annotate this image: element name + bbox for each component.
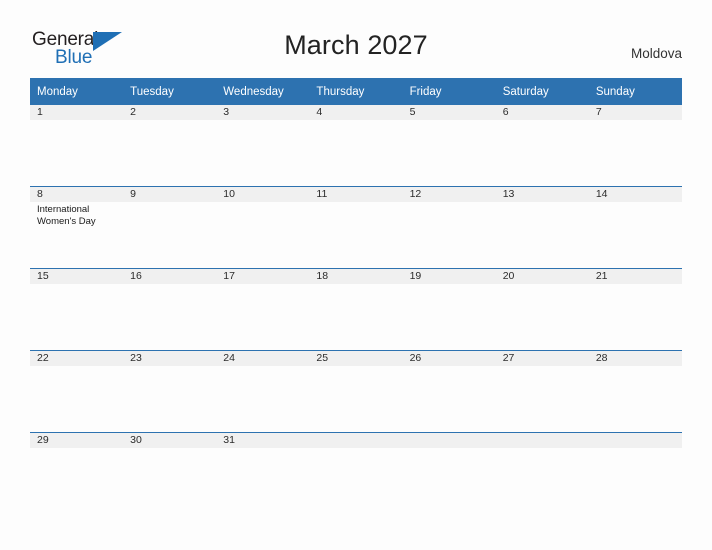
day-number <box>495 433 589 448</box>
calendar-day-cell[interactable]: 20 <box>495 268 589 351</box>
calendar-day-cell[interactable]: 5 <box>402 105 496 187</box>
day-number: 1 <box>30 105 124 120</box>
weekday-header-thursday: Thursday <box>309 78 403 105</box>
calendar-day-cell[interactable]: 8 International Women's Day <box>30 186 124 269</box>
calendar-day-cell[interactable]: 10 <box>216 186 310 269</box>
calendar-day-cell[interactable]: 16 <box>123 268 217 351</box>
calendar-day-cell[interactable]: 31 <box>216 432 310 473</box>
calendar-day-cell[interactable]: 22 <box>30 350 124 433</box>
day-number: 3 <box>216 105 310 120</box>
calendar-day-cell[interactable]: 23 <box>123 350 217 433</box>
day-number: 18 <box>309 269 403 284</box>
day-number: 16 <box>123 269 217 284</box>
day-number: 26 <box>402 351 496 366</box>
day-number: 31 <box>216 433 310 448</box>
calendar-day-cell[interactable]: 26 <box>402 350 496 433</box>
day-number: 22 <box>30 351 124 366</box>
day-number <box>588 433 682 448</box>
day-number: 12 <box>402 187 496 202</box>
day-number: 24 <box>216 351 310 366</box>
day-number: 15 <box>30 269 124 284</box>
calendar-day-cell[interactable]: 18 <box>309 268 403 351</box>
day-number <box>309 433 403 448</box>
calendar-week-row: 8 International Women's Day 9 10 11 12 13 14 <box>30 186 682 269</box>
calendar-week-row: 29 30 31 <box>30 432 682 473</box>
calendar-day-cell[interactable] <box>309 432 403 473</box>
calendar-week-row: 1234567 <box>30 105 682 187</box>
calendar-day-cell[interactable]: 12 <box>402 186 496 269</box>
day-number: 20 <box>495 269 589 284</box>
day-number: 14 <box>588 187 682 202</box>
day-number: 9 <box>123 187 217 202</box>
calendar-day-cell[interactable]: 3 <box>216 105 310 187</box>
calendar-day-cell[interactable]: 28 <box>588 350 682 433</box>
day-number: 6 <box>495 105 589 120</box>
day-events: International Women's Day <box>30 202 123 227</box>
day-number: 13 <box>495 187 589 202</box>
day-number: 28 <box>588 351 682 366</box>
page-header: General Blue March 2027 Moldova <box>0 0 712 78</box>
weekday-header-friday: Friday <box>402 78 496 105</box>
calendar-day-cell[interactable]: 13 <box>495 186 589 269</box>
weekday-header-row: Monday Tuesday Wednesday Thursday Friday… <box>30 78 682 105</box>
calendar-day-cell[interactable]: 1 <box>30 105 124 187</box>
calendar-day-cell[interactable]: 7 <box>588 105 682 187</box>
day-number: 21 <box>588 269 682 284</box>
day-number: 4 <box>309 105 403 120</box>
calendar-table: Monday Tuesday Wednesday Thursday Friday… <box>30 78 682 473</box>
calendar-day-cell[interactable]: 24 <box>216 350 310 433</box>
calendar-day-cell[interactable]: 6 <box>495 105 589 187</box>
country-label: Moldova <box>630 46 682 61</box>
calendar-day-cell[interactable]: 27 <box>495 350 589 433</box>
calendar-week-row: 15 16 17 18 19 20 21 <box>30 268 682 351</box>
weekday-header-sunday: Sunday <box>588 78 682 105</box>
calendar-body: 1 2 3 4 5 6 7 8 International Women's Day 9 10 11 12… <box>30 105 682 473</box>
weekday-header-tuesday: Tuesday <box>123 78 217 105</box>
day-number: 10 <box>216 187 310 202</box>
day-number: 27 <box>495 351 589 366</box>
calendar-week-row: 22 23 24 25 26 27 28 <box>30 350 682 433</box>
calendar-day-cell[interactable] <box>588 432 682 473</box>
calendar-day-cell[interactable]: 11 <box>309 186 403 269</box>
day-number <box>402 433 496 448</box>
calendar-day-cell[interactable]: 14 <box>588 186 682 269</box>
calendar-day-cell[interactable] <box>402 432 496 473</box>
calendar-day-cell[interactable] <box>495 432 589 473</box>
holiday-label: International Women's Day <box>37 204 96 227</box>
calendar-day-cell[interactable]: 4 <box>309 105 403 187</box>
calendar-day-cell[interactable]: 29 <box>30 432 124 473</box>
day-number: 25 <box>309 351 403 366</box>
day-number: 17 <box>216 269 310 284</box>
calendar-day-cell[interactable]: 30 <box>123 432 217 473</box>
weekday-header-saturday: Saturday <box>495 78 589 105</box>
calendar-day-cell[interactable]: 9 <box>123 186 217 269</box>
calendar-day-cell[interactable]: 21 <box>588 268 682 351</box>
weekday-header-monday: Monday <box>30 78 124 105</box>
day-number: 7 <box>588 105 682 120</box>
calendar-day-cell[interactable]: 2 <box>123 105 217 187</box>
page-title: March 2027 <box>284 30 428 60</box>
calendar-grid: Monday Tuesday Wednesday Thursday Friday… <box>30 78 682 473</box>
calendar-day-cell[interactable]: 19 <box>402 268 496 351</box>
day-number: 30 <box>123 433 217 448</box>
day-number: 23 <box>123 351 217 366</box>
calendar-day-cell[interactable]: 15 <box>30 268 124 351</box>
day-number: 2 <box>123 105 217 120</box>
day-number: 19 <box>402 269 496 284</box>
day-number: 29 <box>30 433 124 448</box>
day-number: 5 <box>402 105 496 120</box>
day-number: 8 <box>30 187 124 202</box>
weekday-header-wednesday: Wednesday <box>216 78 310 105</box>
calendar-day-cell[interactable]: 17 <box>216 268 310 351</box>
calendar-day-cell[interactable]: 25 <box>309 350 403 433</box>
day-number: 11 <box>309 187 403 202</box>
